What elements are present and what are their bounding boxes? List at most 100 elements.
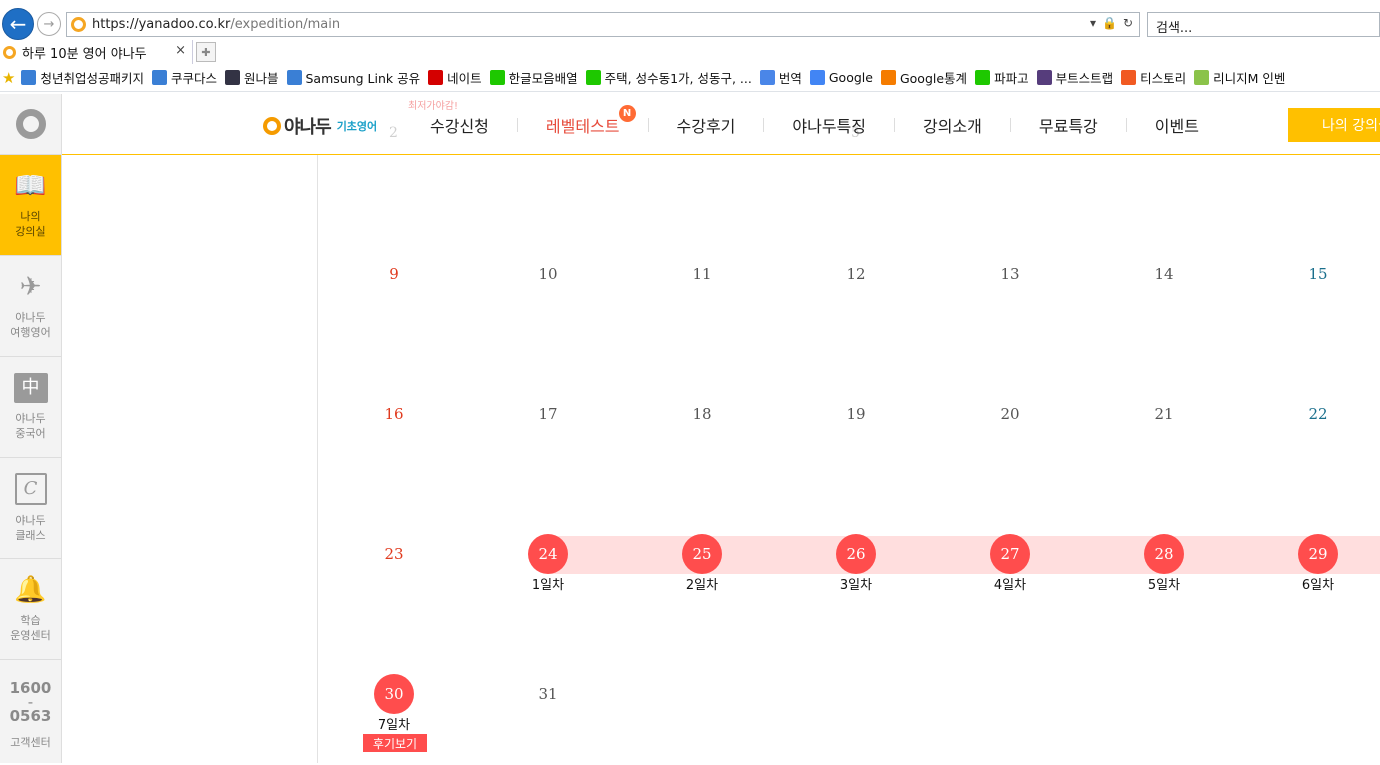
favorite-label: 리니지M 인벤 <box>1213 71 1286 86</box>
favorite-label: 주택, 성수동1가, 성동구, ... <box>604 71 752 86</box>
calendar-day[interactable]: 17 <box>508 405 588 423</box>
course-day-circle[interactable]: 27 <box>990 534 1030 574</box>
nav-free-lectures[interactable]: 무료특강 <box>1011 113 1126 137</box>
favorite-item[interactable]: 파파고 <box>975 68 1029 87</box>
nav-events[interactable]: 이벤트 <box>1127 113 1227 137</box>
calendar-day[interactable]: 20 <box>970 405 1050 423</box>
refresh-icon[interactable]: ↻ <box>1123 16 1133 30</box>
new-tab-button[interactable]: ✚ <box>196 42 216 62</box>
sidebar-item-chinese[interactable]: 中 야나두 중국어 <box>0 357 61 458</box>
chinese-icon: 中 <box>13 373 48 403</box>
calendar-day[interactable]: 23 <box>354 545 434 563</box>
favorite-item[interactable]: Google <box>809 70 873 85</box>
sidebar-item-label: 나의 강의실 <box>15 210 46 238</box>
sidebar-item-label: 야나두 클래스 <box>15 514 46 542</box>
new-tab-icon: ✚ <box>201 45 211 59</box>
site-favicon-icon <box>71 17 86 32</box>
course-day-circle[interactable]: 25 <box>682 534 722 574</box>
favorite-label: Google통계 <box>899 71 968 86</box>
course-day-tag: 4일차 <box>993 578 1027 593</box>
browser-tab[interactable]: 하루 10분 영어 야나두 × <box>0 40 193 64</box>
favorite-item[interactable]: 네이트 <box>428 68 482 87</box>
forward-button[interactable]: → <box>37 12 61 36</box>
favorite-label: 한글모음배열 <box>508 71 578 86</box>
calendar-day[interactable]: 18 <box>662 405 742 423</box>
browser-search-input[interactable]: 검색... <box>1147 12 1380 37</box>
course-day-tag: 6일차 <box>1301 578 1335 593</box>
calendar-day[interactable]: 11 <box>662 265 742 283</box>
nav-level-test[interactable]: 레벨테스트 N <box>518 104 648 137</box>
sidebar-item-my-classroom[interactable]: 📖 나의 강의실 <box>0 155 61 256</box>
course-day-circle[interactable]: 30 <box>374 674 414 714</box>
calendar-day[interactable]: 31 <box>508 685 588 703</box>
bell-icon: 🔔 <box>14 575 47 605</box>
favorite-item[interactable]: 리니지M 인벤 <box>1194 68 1285 87</box>
arrow-right-icon: → <box>43 16 55 32</box>
course-day-circle[interactable]: 24 <box>528 534 568 574</box>
favorite-item[interactable]: 한글모음배열 <box>489 68 578 87</box>
favorite-label: 티스토리 <box>1140 71 1187 86</box>
lock-icon[interactable]: 🔒 <box>1102 16 1117 30</box>
nav-features[interactable]: 야나두특징 <box>764 113 894 137</box>
dropdown-icon[interactable]: ▾ <box>1090 16 1096 30</box>
tab-strip: 하루 10분 영어 야나두 × ✚ <box>0 40 1380 64</box>
calendar-day[interactable]: 21 <box>1124 405 1204 423</box>
favorite-label: Samsung Link 공유 <box>305 71 421 86</box>
url-text: https://yanadoo.co.kr/expedition/main <box>92 17 341 32</box>
nav-enroll[interactable]: 수강신청 <box>402 113 517 137</box>
course-day-tag: 2일차 <box>685 578 719 593</box>
favorite-item[interactable]: 주택, 성수동1가, 성동구, ... <box>585 68 752 87</box>
sidebar-item-travel-english[interactable]: ✈ 야나두 여행영어 <box>0 256 61 357</box>
calendar-day[interactable]: 12 <box>816 265 896 283</box>
favorite-label: 쿠쿠다스 <box>170 71 217 86</box>
calendar-day[interactable]: 19 <box>816 405 896 423</box>
nav-lectures[interactable]: 강의소개 <box>895 113 1010 137</box>
class-icon: C <box>14 473 47 505</box>
calendar-day[interactable]: 22 <box>1278 405 1358 423</box>
nav-reviews[interactable]: 수강후기 <box>649 113 764 137</box>
favorites-star-icon[interactable]: ★ <box>2 69 15 87</box>
calendar-day[interactable]: 15 <box>1278 265 1358 283</box>
brand-mark-icon <box>263 117 281 135</box>
sidebar-item-learning-center[interactable]: 🔔 학습 운영센터 <box>0 559 61 660</box>
close-icon[interactable]: × <box>175 43 186 58</box>
favorite-item[interactable]: 부트스트랩 <box>1036 68 1113 87</box>
course-day-tag: 3일차 <box>839 578 873 593</box>
calendar-day[interactable]: 14 <box>1124 265 1204 283</box>
sidebar-logo[interactable] <box>0 94 61 155</box>
phone-number-part-2: 0563 <box>9 706 52 725</box>
course-day-circle[interactable]: 29 <box>1298 534 1338 574</box>
favorite-item[interactable]: Samsung Link 공유 <box>286 68 421 87</box>
favorite-item[interactable]: 쿠쿠다스 <box>151 68 217 87</box>
ie-icon <box>286 70 302 85</box>
calendar-day[interactable]: 13 <box>970 265 1050 283</box>
calendar-day[interactable]: 16 <box>354 405 434 423</box>
sidebar-item-label: 학습 운영센터 <box>10 614 51 642</box>
favorite-item[interactable]: 티스토리 <box>1121 68 1186 87</box>
ghost-calendar-number: 2 <box>389 125 398 141</box>
naver-icon <box>975 70 991 85</box>
course-day-circle[interactable]: 26 <box>836 534 876 574</box>
view-reviews-button[interactable]: 후기보기 <box>363 734 427 752</box>
calendar-day[interactable]: 10 <box>508 265 588 283</box>
nate-icon <box>428 70 444 85</box>
sidebar-item-label: 야나두 여행영어 <box>10 311 51 339</box>
course-day-circle[interactable]: 28 <box>1144 534 1184 574</box>
calendar-day[interactable]: 9 <box>354 265 434 283</box>
customer-center[interactable]: 1600 - 0563 고객센터 <box>0 660 61 765</box>
favorite-item[interactable]: 원나블 <box>224 68 279 87</box>
favorite-item[interactable]: 번역 <box>759 68 802 87</box>
course-day-tag: 7일차 <box>377 718 411 733</box>
favorite-label: 원나블 <box>243 71 279 86</box>
favorite-item[interactable]: 청년취업성공패키지 <box>21 68 144 87</box>
favorite-item[interactable]: Google통계 <box>880 68 968 87</box>
back-button[interactable]: ← <box>2 8 34 40</box>
my-classroom-button[interactable]: 나의 강의실 <box>1288 108 1380 142</box>
inven-icon <box>1194 70 1210 85</box>
sidebar-item-class[interactable]: C 야나두 클래스 <box>0 458 61 559</box>
translate-icon <box>759 70 775 85</box>
address-bar[interactable]: https://yanadoo.co.kr/expedition/main ▾ … <box>66 12 1140 37</box>
site-sidebar: 📖 나의 강의실 ✈ 야나두 여행영어 中 야나두 중국어 C 야나두 클래스 🔔 학습… <box>0 94 62 763</box>
favorites-bar: ★ 청년취업성공패키지 쿠쿠다스 원나블 Samsung Link 공유 네이트 한글모음… <box>0 64 1380 92</box>
brand-logo[interactable]: 야나두 기초영어 <box>263 113 377 139</box>
